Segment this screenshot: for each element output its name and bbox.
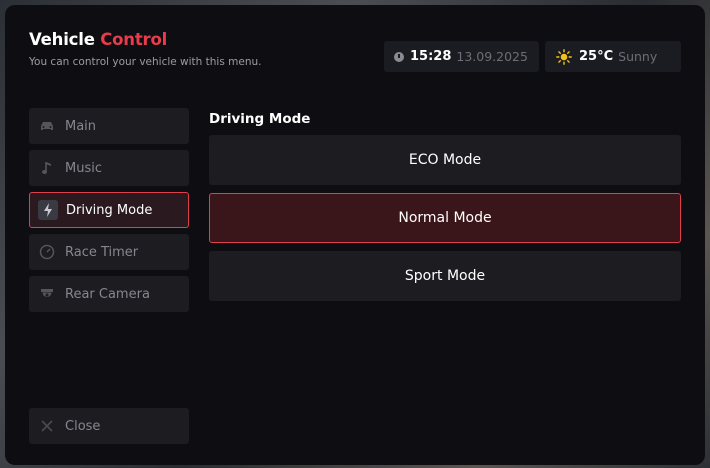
car-icon [37, 116, 57, 136]
camera-icon [37, 284, 57, 304]
music-note-icon [37, 158, 57, 178]
header: Vehicle Control You can control your veh… [29, 30, 279, 70]
sidebar-item-race-timer[interactable]: Race Timer [29, 234, 189, 270]
sidebar-item-label: Rear Camera [65, 286, 150, 302]
sidebar-item-label: Driving Mode [66, 202, 153, 218]
title-main: Vehicle [29, 30, 95, 49]
time-value: 15:28 [410, 49, 452, 64]
eco-mode-button[interactable]: ECO Mode [209, 135, 681, 185]
sidebar-item-rear-camera[interactable]: Rear Camera [29, 276, 189, 312]
section-title: Driving Mode [209, 111, 311, 127]
speedometer-icon [37, 242, 57, 262]
sidebar-item-label: Race Timer [65, 244, 139, 260]
normal-mode-button[interactable]: Normal Mode [209, 193, 681, 243]
vehicle-control-panel: Vehicle Control You can control your veh… [5, 5, 705, 465]
title-accent: Control [100, 30, 168, 49]
time-display: 15:28 13.09.2025 [384, 41, 539, 72]
sidebar-item-driving-mode[interactable]: Driving Mode [29, 192, 189, 228]
sport-mode-button[interactable]: Sport Mode [209, 251, 681, 301]
sidebar-item-label: Music [65, 160, 102, 176]
lightning-icon [38, 200, 58, 220]
close-label: Close [65, 418, 101, 434]
sidebar-item-label: Main [65, 118, 97, 134]
close-icon [37, 416, 57, 436]
close-button[interactable]: Close [29, 408, 189, 444]
clock-icon [394, 51, 404, 62]
weather-value: Sunny [618, 49, 658, 64]
date-value: 13.09.2025 [456, 49, 528, 64]
weather-display: 25°C Sunny [545, 41, 681, 72]
sidebar-item-music[interactable]: Music [29, 150, 189, 186]
sidebar-item-main[interactable]: Main [29, 108, 189, 144]
page-title: Vehicle Control [29, 30, 279, 49]
sun-icon [555, 48, 573, 66]
page-subtitle: You can control your vehicle with this m… [29, 56, 262, 68]
temperature-value: 25°C [579, 49, 614, 64]
